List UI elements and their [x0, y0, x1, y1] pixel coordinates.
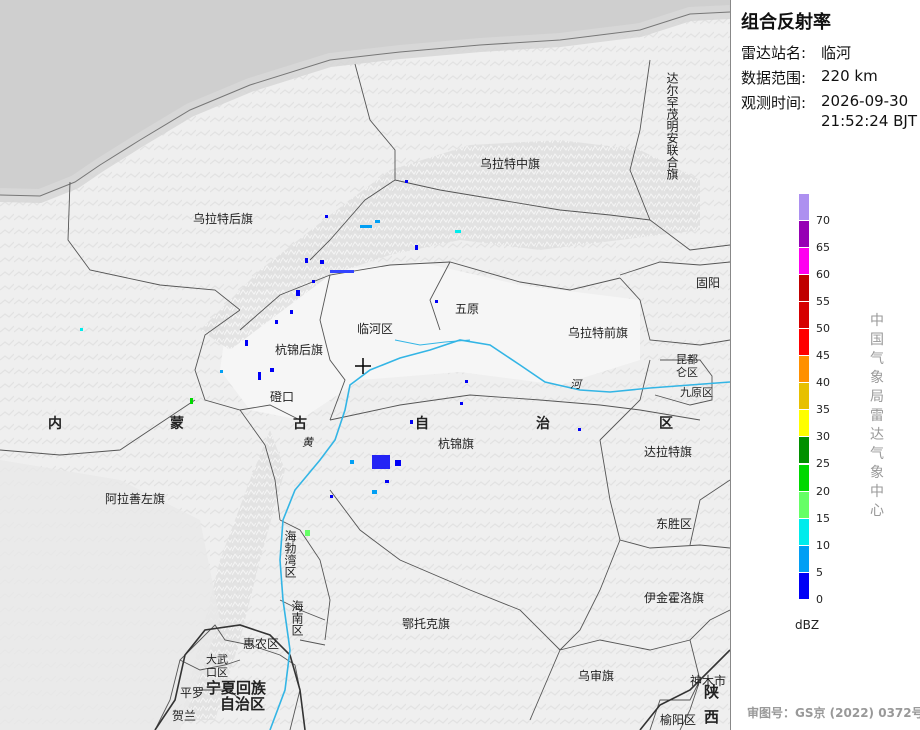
label-zi: 自	[415, 415, 429, 432]
label-hangjin-rear: 杭锦后旗	[275, 342, 323, 357]
time-clock: 21:52:24 BJT	[821, 112, 918, 130]
label-zhi: 治	[536, 415, 550, 432]
legend-label-10: 10	[816, 538, 830, 552]
legend-color-50	[799, 301, 809, 328]
time-label: 观测时间:	[741, 94, 807, 112]
review-number: 审图号：GS京 (2022) 0372号	[747, 706, 920, 720]
label-dalad: 达拉特旗	[644, 444, 692, 459]
label-meng: 蒙	[170, 415, 184, 432]
legend-label-55: 55	[816, 294, 830, 308]
label-dawukou: 大武口区	[206, 653, 228, 679]
label-dengkou: 磴口	[270, 390, 294, 404]
label-otog: 鄂托克旗	[402, 616, 450, 631]
label-urad-rear: 乌拉特后旗	[193, 211, 253, 226]
legend-color-70	[799, 193, 809, 220]
label-helan: 贺兰	[172, 709, 196, 723]
legend-label-0: 0	[816, 592, 823, 606]
label-hangjin: 杭锦旗	[438, 436, 474, 451]
label-haibowan: 海勃湾区	[283, 529, 297, 578]
legend-color-5	[799, 545, 809, 572]
legend-label-20: 20	[816, 484, 830, 498]
legend-unit: dBZ	[795, 618, 820, 632]
label-shaan: 陕	[704, 683, 719, 701]
legend-color-25	[799, 437, 809, 464]
label-xi: 西	[704, 708, 719, 726]
legend-label-5: 5	[816, 565, 823, 579]
legend-color-65	[799, 220, 809, 247]
label-hainan: 海南区	[290, 599, 304, 636]
legend-label-45: 45	[816, 349, 830, 362]
label-gu: 古	[293, 415, 307, 432]
label-linhe: 临河区	[357, 322, 393, 336]
legend-label-25: 25	[816, 457, 830, 471]
label-ningxia-2: 自治区	[220, 695, 265, 713]
legend-color-15	[799, 491, 809, 518]
label-dongsheng: 东胜区	[656, 516, 692, 531]
panel-title: 组合反射率	[741, 12, 831, 33]
station-label: 雷达站名:	[741, 44, 807, 62]
legend-label-35: 35	[816, 403, 830, 417]
label-ejin-horo: 伊金霍洛旗	[644, 590, 704, 605]
info-panel: 组合反射率 雷达站名: 临河 数据范围: 220 km 观测时间: 2026-0…	[730, 0, 920, 730]
legend-color-60	[799, 247, 809, 274]
legend-color-55	[799, 274, 809, 301]
label-wuyuan: 五原	[455, 302, 479, 316]
legend-color-30	[799, 410, 809, 437]
station-value: 临河	[821, 44, 852, 62]
label-urad-middle: 乌拉特中旗	[480, 156, 540, 171]
legend-color-45	[799, 329, 809, 355]
time-date: 2026-09-30	[821, 92, 909, 110]
label-urad-front: 乌拉特前旗	[568, 325, 628, 340]
legend-label-30: 30	[816, 430, 830, 444]
label-guyang: 固阳	[696, 276, 720, 290]
label-nei: 内	[48, 415, 62, 432]
label-jiuyuan: 九原区	[680, 386, 713, 399]
label-yuyang: 榆阳区	[660, 712, 696, 727]
legend-color-40	[799, 356, 809, 383]
legend-label-15: 15	[816, 511, 830, 525]
legend-color-10	[799, 518, 809, 545]
range-label: 数据范围:	[741, 69, 807, 87]
label-uxin: 乌审旗	[578, 668, 614, 683]
legend-label-70: 70	[816, 213, 830, 227]
legend-label-65: 65	[816, 240, 830, 254]
label-kunlun: 昆都仑区	[676, 353, 698, 379]
legend-color-20	[799, 464, 809, 491]
legend-color-35	[799, 383, 809, 410]
organization-label: 中国气象局雷达气象中心	[870, 313, 884, 519]
legend-label-40: 40	[816, 376, 830, 390]
range-value: 220 km	[821, 67, 878, 85]
label-qu: 区	[659, 416, 673, 432]
radar-map[interactable]: 乌拉特后旗 乌拉特中旗 固阳 五原 临河区 乌拉特前旗 杭锦后旗 磴口 杭锦旗 …	[0, 0, 730, 730]
legend-label-60: 60	[816, 267, 830, 281]
label-huinong: 惠农区	[243, 637, 279, 651]
label-alxa-left: 阿拉善左旗	[105, 491, 165, 506]
legend-color-0	[799, 572, 809, 599]
legend-label-50: 50	[816, 321, 830, 335]
label-pingluo: 平罗	[180, 686, 204, 700]
label-darhan: 达尔罕茂明安联合旗	[665, 72, 679, 181]
